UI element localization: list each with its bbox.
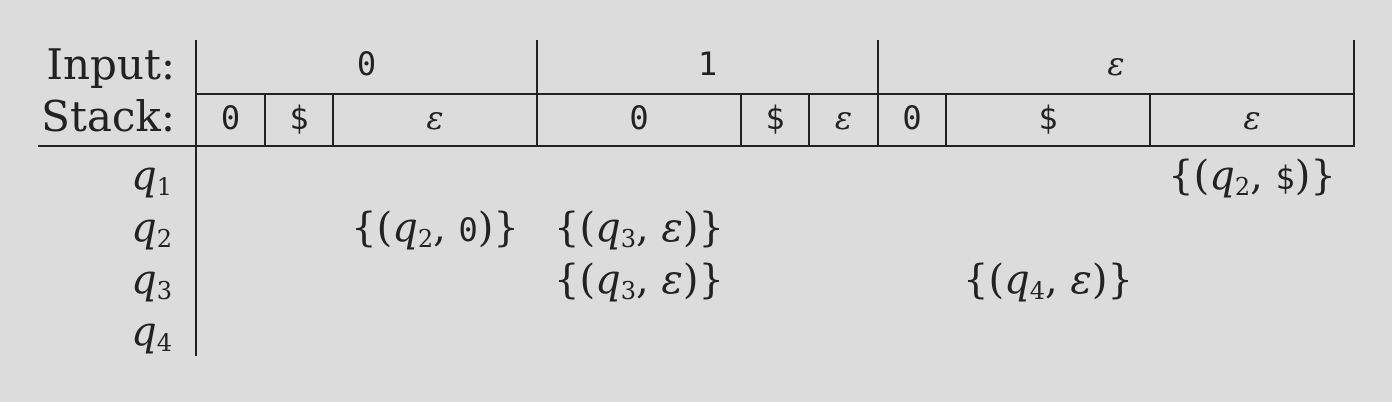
input-symbol: 0 xyxy=(356,45,377,83)
stack-symbol: 0 xyxy=(220,99,241,137)
transition-cell: {(q4, ε)} xyxy=(963,257,1133,305)
transition-cell: {(q2, $)} xyxy=(1168,153,1336,201)
stack-symbol: $ xyxy=(289,99,309,137)
transition-table: Input: Stack: 0 1 ε 0 $ ε 0 $ ε 0 $ ε q1 q2 q3 q4 {(q2, … xyxy=(0,0,1392,402)
transition-cell: {(q3, ε)} xyxy=(554,257,724,305)
state-label: q3 xyxy=(131,257,172,305)
stack-symbol: $ xyxy=(765,99,785,137)
state-label: q1 xyxy=(131,153,172,201)
state-label: q2 xyxy=(131,205,172,253)
input-symbol: ε xyxy=(1107,45,1125,83)
input-row-label: Input: xyxy=(46,40,175,89)
row-label-separator xyxy=(195,40,197,356)
state-label: q4 xyxy=(131,309,172,357)
stack-symbol: ε xyxy=(1243,99,1261,137)
stack-symbol: ε xyxy=(834,99,853,137)
table-top-rule xyxy=(38,145,1354,147)
transition-cell: {(q3, ε)} xyxy=(554,205,724,253)
stack-symbol: ε xyxy=(426,99,444,137)
header-divider xyxy=(196,93,1354,95)
stack-symbol: 0 xyxy=(629,99,649,137)
input-symbol: 1 xyxy=(697,45,718,83)
stack-symbol: $ xyxy=(1038,99,1058,137)
stack-row-label: Stack: xyxy=(41,92,175,141)
stack-symbol: 0 xyxy=(902,99,922,137)
